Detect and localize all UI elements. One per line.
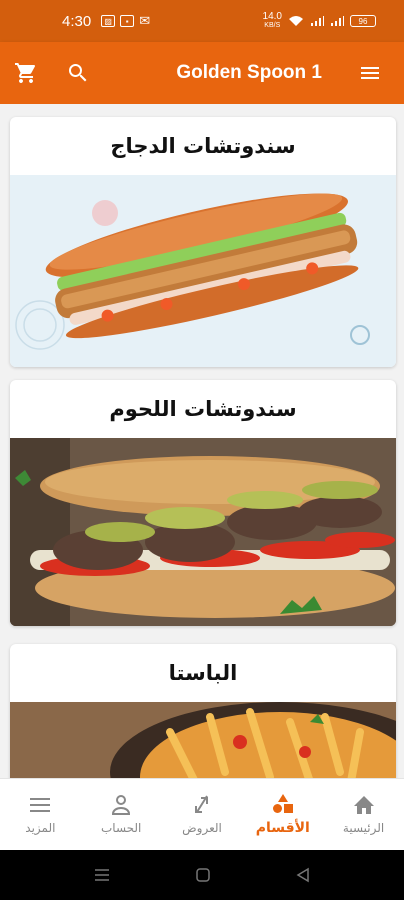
signal-icon-2 bbox=[331, 16, 344, 26]
nav-more-label: المزيد bbox=[25, 821, 56, 835]
network-speed-value: 14.0 bbox=[262, 11, 282, 22]
category-title: الباستا bbox=[168, 661, 238, 685]
status-bar: 4:30 ▨ ▪ ✉ 14.0 KB/S 96 bbox=[0, 0, 404, 42]
status-time: 4:30 bbox=[62, 12, 92, 30]
category-title: سندوتشات الدجاج bbox=[110, 134, 296, 158]
nav-account[interactable]: الحساب bbox=[81, 779, 162, 850]
search-icon bbox=[69, 64, 87, 82]
category-card-pasta[interactable]: الباستا bbox=[10, 644, 396, 778]
chicken-sandwich-image bbox=[10, 175, 396, 367]
menu-icon bbox=[361, 67, 379, 79]
nav-home[interactable]: الرئيسية bbox=[323, 779, 404, 850]
search-button[interactable] bbox=[52, 42, 104, 104]
bottom-navigation: المزيد الحساب العروض الأقسام الرئيسية bbox=[0, 778, 404, 850]
cart-button[interactable] bbox=[0, 42, 52, 104]
categories-list: سندوتشات الدجاج سندوتشات اللحوم الباستا bbox=[0, 104, 404, 778]
category-card-meat[interactable]: سندوتشات اللحوم bbox=[10, 380, 396, 626]
app-bar: Golden Spoon 1 bbox=[0, 42, 404, 104]
notification-icons: ▨ ▪ ✉ bbox=[101, 14, 150, 29]
app-title: Golden Spoon 1 bbox=[176, 62, 322, 83]
categories-icon bbox=[272, 794, 293, 813]
system-navigation-bar bbox=[0, 850, 404, 900]
back-icon[interactable] bbox=[295, 867, 311, 883]
nav-offers-label: العروض bbox=[182, 821, 222, 835]
nav-offers[interactable]: العروض bbox=[162, 779, 243, 850]
image-notification-icon: ▨ bbox=[101, 15, 116, 27]
nav-account-label: الحساب bbox=[100, 821, 142, 835]
offers-icon bbox=[194, 795, 208, 813]
pasta-image bbox=[10, 702, 396, 778]
nav-categories-label: الأقسام bbox=[255, 820, 310, 836]
category-card-chicken[interactable]: سندوتشات الدجاج bbox=[10, 117, 396, 367]
cart-icon bbox=[15, 63, 36, 83]
app-notification-icon: ▪ bbox=[120, 15, 135, 27]
nav-categories[interactable]: الأقسام bbox=[242, 779, 323, 850]
nav-home-label: الرئيسية bbox=[342, 821, 385, 835]
nav-more[interactable]: المزيد bbox=[0, 779, 81, 850]
meat-sandwich-image bbox=[10, 438, 396, 626]
home-system-icon[interactable] bbox=[195, 867, 211, 883]
battery-icon: 96 bbox=[350, 15, 376, 27]
recent-apps-icon[interactable] bbox=[93, 868, 111, 882]
system-indicators: 14.0 KB/S 96 bbox=[263, 12, 376, 30]
network-speed: 14.0 KB/S bbox=[263, 12, 282, 30]
wifi-icon bbox=[289, 16, 303, 26]
battery-level: 96 bbox=[358, 16, 368, 26]
category-title: سندوتشات اللحوم bbox=[109, 397, 297, 421]
network-speed-unit: KB/S bbox=[264, 22, 281, 29]
mail-notification-icon: ✉ bbox=[139, 13, 151, 29]
signal-icon bbox=[311, 16, 324, 26]
home-icon bbox=[353, 796, 374, 814]
menu-lines-icon bbox=[30, 798, 51, 812]
person-icon bbox=[112, 795, 131, 815]
menu-button[interactable] bbox=[344, 42, 396, 104]
